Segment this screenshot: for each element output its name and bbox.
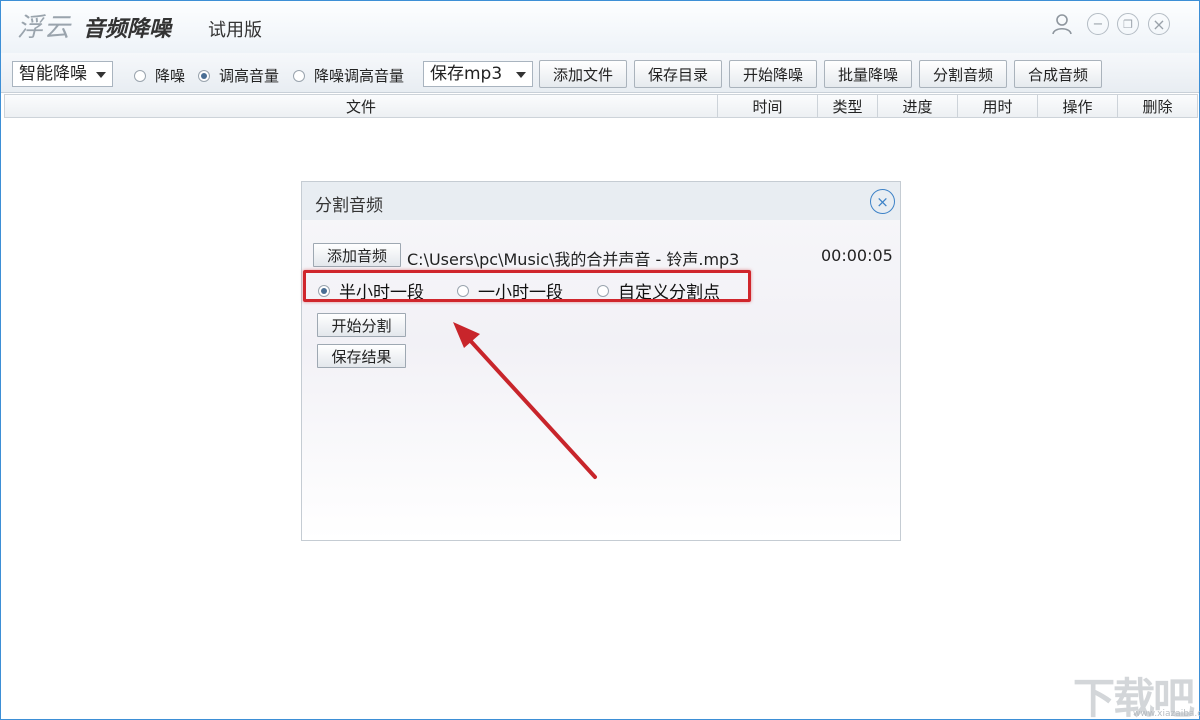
split-audio-button[interactable]: 分割音频 [919, 60, 1007, 88]
minimize-button[interactable]: − [1087, 13, 1109, 35]
add-audio-button[interactable]: 添加音频 [313, 243, 401, 267]
merge-audio-button[interactable]: 合成音频 [1014, 60, 1102, 88]
radio-icon [134, 69, 146, 82]
maximize-icon: ❐ [1123, 17, 1133, 31]
format-select-value: 保存mp3 [430, 64, 503, 84]
app-window: 浮云 音频降噪 试用版 − ❐ × 智能降噪 降噪 调高音量 降噪调高音量 保存… [0, 0, 1200, 720]
file-table-header: 文件 时间 类型 进度 用时 操作 删除 [4, 94, 1198, 118]
batch-denoise-button[interactable]: 批量降噪 [824, 60, 912, 88]
brand-logo: 浮云 [17, 13, 72, 43]
radio-label: 降噪调高音量 [314, 67, 405, 85]
column-elapsed[interactable]: 用时 [958, 95, 1038, 117]
start-denoise-button[interactable]: 开始降噪 [729, 60, 817, 88]
dialog-title: 分割音频 [315, 196, 383, 216]
radio-label: 降噪 [155, 67, 186, 85]
watermark-url: www.xiazaiba.com [1133, 709, 1200, 719]
radio-raise-volume[interactable]: 调高音量 [198, 65, 279, 86]
maximize-button[interactable]: ❐ [1117, 13, 1139, 35]
split-audio-dialog: 分割音频 × 添加音频 C:\Users\pc\Music\我的合并声音 - 铃… [301, 181, 901, 541]
chevron-down-icon [516, 72, 526, 78]
start-split-button[interactable]: 开始分割 [317, 313, 406, 337]
add-file-button[interactable]: 添加文件 [539, 60, 627, 88]
annotation-highlight-box [303, 270, 751, 302]
edition-label: 试用版 [208, 20, 262, 41]
column-file[interactable]: 文件 [5, 95, 718, 117]
chevron-down-icon [96, 72, 106, 78]
column-action[interactable]: 操作 [1038, 95, 1118, 117]
save-directory-button[interactable]: 保存目录 [634, 60, 722, 88]
mode-select[interactable]: 智能降噪 [12, 61, 113, 87]
watermark: 下载吧 www.xiazaiba.com [1073, 665, 1200, 720]
radio-icon [293, 69, 305, 82]
radio-label: 调高音量 [219, 67, 280, 85]
save-result-button[interactable]: 保存结果 [317, 344, 406, 368]
audio-duration: 00:00:05 [821, 246, 893, 265]
dialog-close-button[interactable]: × [870, 189, 895, 214]
mode-select-value: 智能降噪 [19, 64, 87, 84]
radio-denoise[interactable]: 降噪 [134, 65, 185, 86]
column-delete[interactable]: 删除 [1118, 95, 1197, 117]
radio-denoise-raise-volume[interactable]: 降噪调高音量 [293, 65, 404, 86]
dialog-title-bar: 分割音频 × [302, 182, 900, 220]
radio-checked-icon [198, 69, 210, 82]
toolbar: 智能降噪 降噪 调高音量 降噪调高音量 保存mp3 添加文件 保存目录 开始降噪… [1, 53, 1199, 93]
close-icon: × [876, 192, 889, 211]
user-icon[interactable] [1051, 13, 1073, 35]
file-path: C:\Users\pc\Music\我的合并声音 - 铃声.mp3 [407, 250, 740, 269]
close-icon: × [1152, 14, 1166, 34]
close-button[interactable]: × [1148, 13, 1170, 35]
column-progress[interactable]: 进度 [878, 95, 958, 117]
column-type[interactable]: 类型 [818, 95, 878, 117]
app-name: 音频降噪 [83, 17, 172, 42]
minimize-icon: − [1092, 16, 1104, 32]
format-select[interactable]: 保存mp3 [423, 61, 533, 87]
title-bar: 浮云 音频降噪 试用版 − ❐ × [1, 1, 1199, 53]
column-time[interactable]: 时间 [718, 95, 818, 117]
